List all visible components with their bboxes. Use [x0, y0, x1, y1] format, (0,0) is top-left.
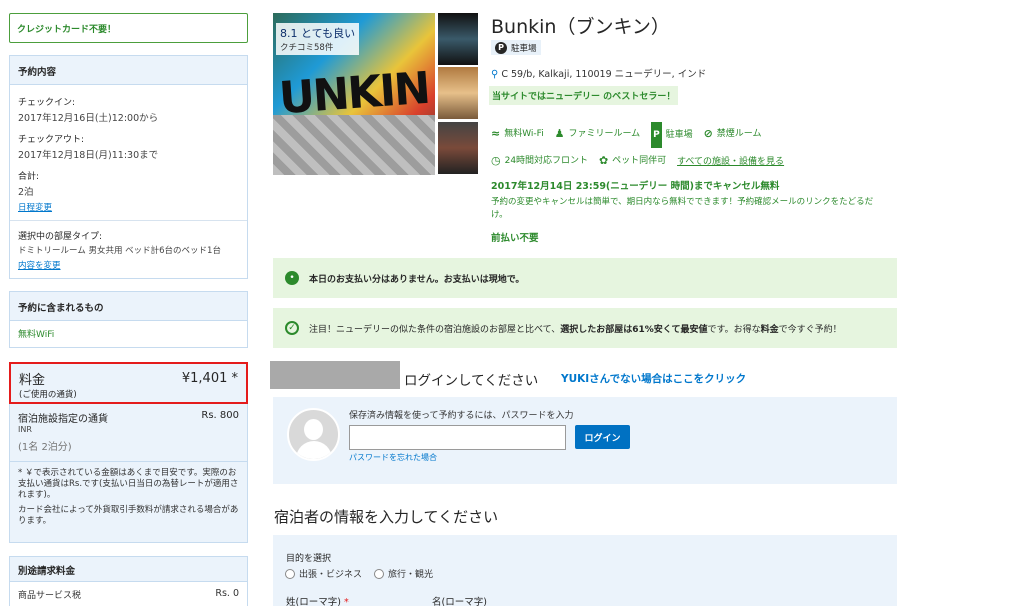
last-name-label: 姓(ローマ字) *: [286, 597, 349, 606]
purpose-business-radio[interactable]: 出張・ビジネス: [285, 567, 362, 580]
total-nights-label: 合計:: [18, 172, 40, 182]
hotel-thumbnail[interactable]: [438, 67, 478, 119]
purpose-options: 出張・ビジネス 旅行・観光: [285, 567, 433, 580]
password-input[interactable]: [349, 425, 566, 450]
money-icon: •: [285, 271, 299, 285]
review-score: 8.1 とても良い: [280, 27, 356, 40]
redacted-block: [270, 361, 400, 389]
property-currency-value: Rs. 800: [201, 410, 239, 421]
parking-tag: P 駐車場: [491, 40, 541, 55]
all-amenities-link[interactable]: すべての施設・設備を見る: [677, 149, 784, 175]
avatar: [287, 408, 340, 461]
login-button[interactable]: ログイン: [575, 425, 630, 449]
hotel-address: ⚲ C 59/b, Kalkaji, 110019 ニューデリー, インド: [491, 66, 706, 80]
review-score-badge: 8.1 とても良い クチコミ58件: [276, 23, 360, 55]
service-tax-label: 商品サービス税: [18, 591, 82, 601]
currency-code: INR: [18, 425, 32, 434]
purpose-label: 目的を選択: [286, 554, 332, 564]
amenity-24h-desk: ◷ 24時間対応フロント: [491, 148, 588, 174]
no-credit-card-text: クレジットカード不要！: [17, 25, 117, 35]
photo-graffiti-art: UNKIN: [277, 62, 431, 125]
amenity-wifi: ≈ 無料Wi-Fi: [491, 121, 544, 147]
hotel-name: Bunkin（ブンキン）: [491, 16, 670, 38]
no-smoking-icon: ⊘: [703, 127, 713, 140]
family-icon: ♟: [554, 127, 565, 140]
parking-icon: P: [495, 41, 507, 54]
bestseller-badge: 当サイトではニューデリー のベストセラー！: [489, 86, 679, 105]
card-fee-note: カード会社によって外貨取引手数料が請求される場合があります。: [18, 505, 239, 526]
parking-icon: P: [651, 122, 662, 148]
map-pin-icon: ⚲: [491, 69, 499, 80]
price-box: 料金 (ご使用の通貨) ¥1,401 *: [9, 362, 248, 404]
amenities-list: ≈ 無料Wi-Fi ♟ ファミリールーム P 駐車場 ⊘ 禁煙ルーム ◷ 24時間対応フロ…: [491, 121, 891, 175]
free-cancellation-description: 予約の変更やキャンセルは簡単で、期日内なら無料でできます！予約確認メールのリンク…: [491, 197, 874, 220]
included-panel: 予約に含まれるもの 無料WiFi: [9, 291, 248, 348]
currency-note: * ￥で表示されている金額はあくまで目安です。実際のお支払い通貨はRs.です(支…: [18, 468, 239, 500]
checkin-value: 2017年12月16日(土)12:00から: [18, 113, 159, 124]
guest-nights: (1名 2泊分): [18, 442, 72, 453]
required-mark: *: [343, 597, 349, 606]
amenity-pets: ✿ ペット同伴可: [599, 148, 666, 174]
pay-at-property-text: 本日のお支払い分はありません。お支払いは現地で。: [309, 274, 525, 285]
property-currency-label: 宿泊施設指定の通貨: [18, 414, 108, 425]
hotel-thumbnail[interactable]: [438, 122, 478, 174]
parking-tag-label: 駐車場: [511, 43, 537, 54]
amenity-family: ♟ ファミリールーム: [555, 121, 641, 147]
no-prepayment: 前払い不要: [491, 233, 539, 244]
hotel-thumbnail[interactable]: [438, 13, 478, 65]
price-currency-note: (ご使用の通貨): [19, 390, 77, 400]
checkout-value: 2017年12月18日(月)11:30まで: [18, 150, 159, 161]
guest-info-title: 宿泊者の情報を入力してください: [274, 508, 499, 526]
amenity-nonsmoking: ⊘ 禁煙ルーム: [704, 121, 762, 147]
booking-summary-panel: 予約内容 チェックイン: 2017年12月16日(土)12:00から チェックア…: [9, 55, 248, 279]
included-wifi: 無料WiFi: [18, 330, 55, 340]
wifi-icon: ≈: [491, 127, 501, 140]
deal-notice: ✓ 注目！ニューデリーの似た条件の宿泊施設のお部屋と比べて、選択したお部屋は61…: [273, 308, 897, 348]
room-type-label: 選択中の部屋タイプ:: [18, 232, 103, 242]
property-currency-panel: 宿泊施設指定の通貨 Rs. 800 INR (1名 2泊分) * ￥で表示されて…: [9, 404, 248, 543]
included-title: 予約に含まれるもの: [18, 303, 104, 314]
service-tax-value: Rs. 0: [215, 588, 239, 599]
not-user-link[interactable]: YUKIさんでない場合はここをクリック: [561, 371, 746, 386]
amenity-parking: P 駐車場: [651, 122, 693, 148]
first-name-label: 名(ローマ字): [432, 597, 487, 606]
free-cancellation-title: 2017年12月14日 23:59(ニューデリー 時間)までキャンセル無料: [491, 181, 780, 192]
clock-24h-icon: ◷: [491, 154, 501, 167]
forgot-password-link[interactable]: パスワードを忘れた場合: [349, 452, 437, 463]
deal-text: 注目！ニューデリーの似た条件の宿泊施設のお部屋と比べて、選択したお部屋は61%安…: [309, 324, 842, 335]
paw-icon: ✿: [598, 154, 609, 167]
change-dates-link[interactable]: 日程変更: [18, 201, 52, 213]
purpose-leisure-radio[interactable]: 旅行・観光: [374, 567, 433, 580]
room-type-value: ドミトリールーム 男女共用 ベッド計6台のベッド1台: [18, 246, 221, 256]
extra-charges-panel: 別途請求料金 商品サービス税 Rs. 0: [9, 556, 248, 606]
extra-charges-title: 別途請求料金: [18, 566, 76, 577]
checkout-label: チェックアウト:: [18, 135, 85, 145]
no-credit-card-notice: クレジットカード不要！: [9, 13, 248, 43]
login-title: ログインしてください: [404, 373, 539, 389]
pay-at-property-notice: • 本日のお支払い分はありません。お支払いは現地で。: [273, 258, 897, 298]
hotel-main-photo[interactable]: UNKIN 8.1 とても良い クチコミ58件: [273, 13, 435, 175]
change-room-link[interactable]: 内容を変更: [18, 259, 61, 271]
hotel-address-text: C 59/b, Kalkaji, 110019 ニューデリー, インド: [501, 69, 707, 80]
check-circle-icon: ✓: [285, 321, 299, 335]
booking-summary-title: 予約内容: [18, 67, 57, 78]
price-value: ¥1,401 *: [181, 371, 238, 386]
review-count: クチコミ58件: [280, 43, 334, 53]
total-nights-value: 2泊: [18, 187, 34, 198]
login-hint: 保存済み情報を使って予約するには、パスワードを入力: [349, 411, 574, 421]
checkin-label: チェックイン:: [18, 98, 76, 108]
